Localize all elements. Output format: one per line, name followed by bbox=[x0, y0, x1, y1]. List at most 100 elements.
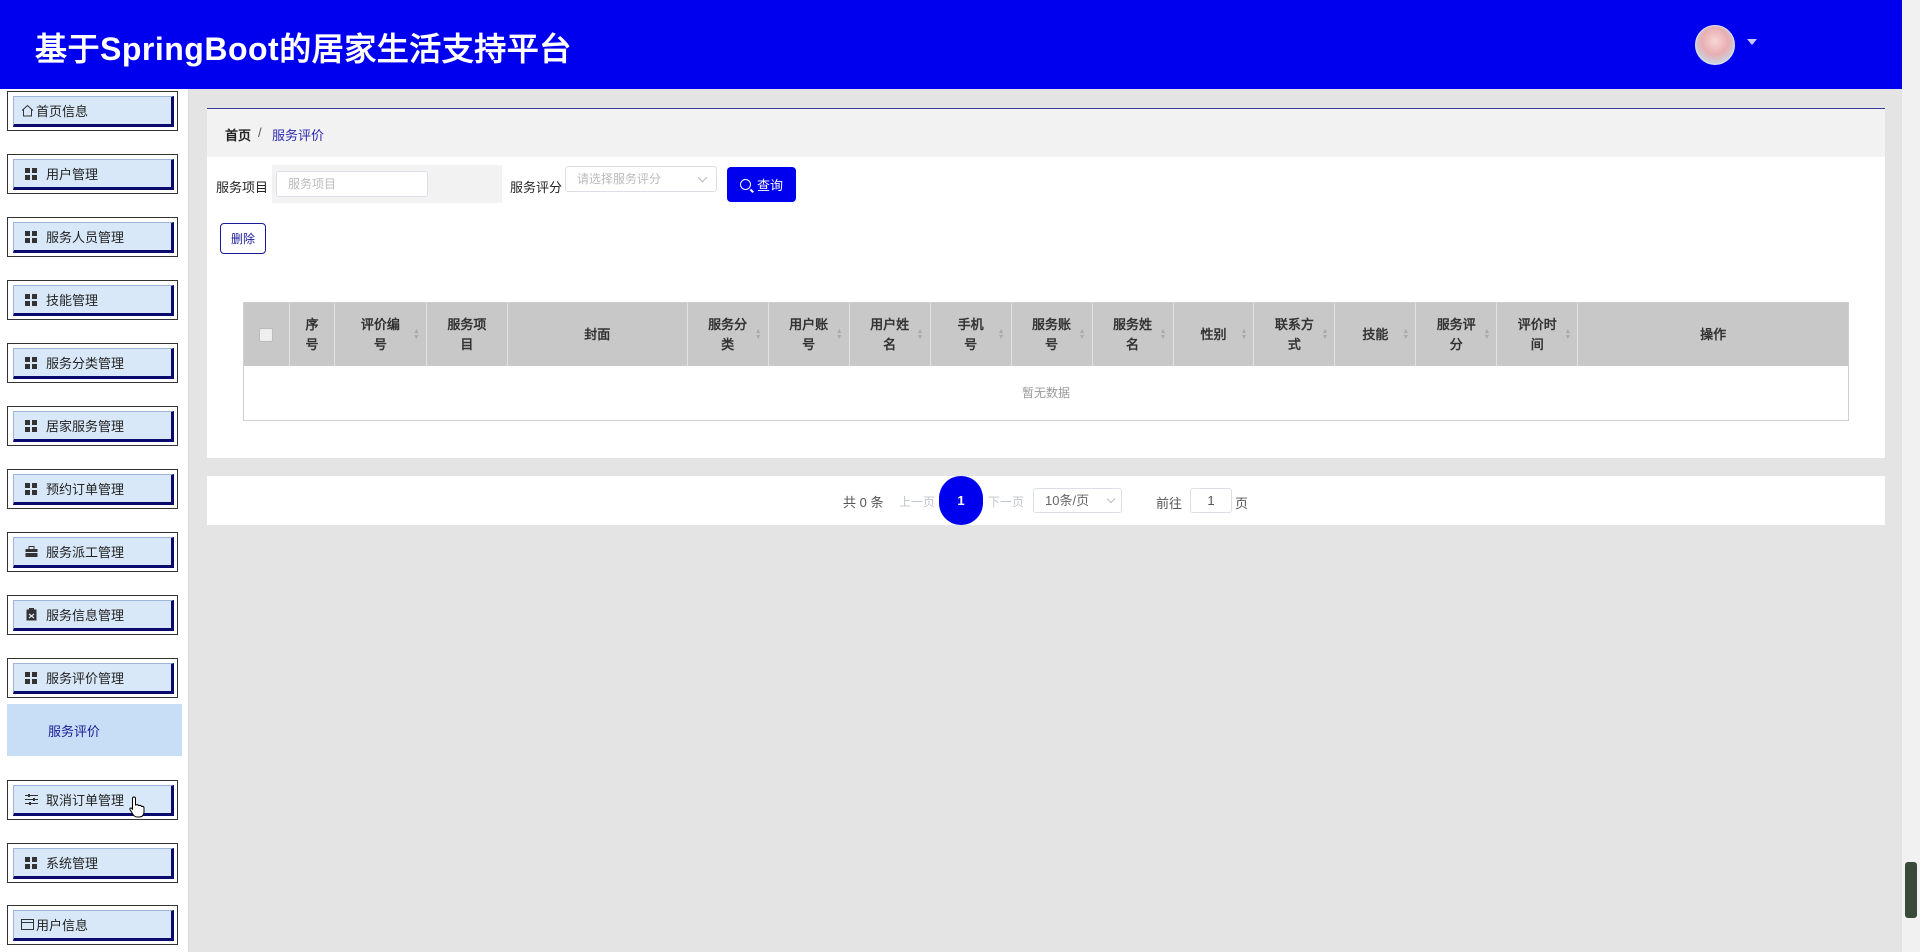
col-service-name[interactable]: 服务姓名 ▲ ▼ bbox=[1093, 303, 1174, 366]
col-phone[interactable]: 手机号 ▲ ▼ bbox=[931, 303, 1012, 366]
sidebar-item-label: 服务人员管理 bbox=[46, 230, 125, 245]
sort-icon[interactable]: ▲ ▼ bbox=[1402, 328, 1409, 341]
sidebar-item-label: 服务信息管理 bbox=[46, 608, 125, 623]
col-service-account[interactable]: 服务账号 ▲ ▼ bbox=[1012, 303, 1093, 366]
chevron-down-icon bbox=[1106, 494, 1116, 504]
sidebar-item-label: 服务派工管理 bbox=[46, 545, 125, 560]
col-label: 用户账号 bbox=[789, 316, 829, 352]
col-user-name[interactable]: 用户姓名 ▲ ▼ bbox=[850, 303, 931, 366]
col-gender[interactable]: 性别 ▲ ▼ bbox=[1174, 303, 1255, 366]
sort-icon[interactable]: ▲ ▼ bbox=[1321, 328, 1328, 341]
sidebar-item-staff[interactable]: 服务人员管理 bbox=[7, 217, 178, 257]
sort-icon[interactable]: ▲ ▼ bbox=[1483, 328, 1490, 341]
sidebar-item-label: 取消订单管理 bbox=[46, 793, 125, 808]
grid-icon bbox=[24, 293, 38, 307]
breadcrumb-current: 服务评价 bbox=[272, 128, 325, 143]
query-button[interactable]: 查询 bbox=[727, 167, 796, 202]
col-actions: 操作 bbox=[1578, 303, 1848, 366]
sort-icon[interactable]: ▲ ▼ bbox=[998, 328, 1005, 341]
sidebar: 首页信息 用户管理 服务人员管理 技能管理 服务分类管理 居家服务管理 预约订单… bbox=[0, 89, 189, 952]
scrollbar-thumb[interactable] bbox=[1905, 862, 1917, 918]
col-skill[interactable]: 技能 ▲ ▼ bbox=[1335, 303, 1417, 366]
sidebar-item-user-info[interactable]: 用户信息 bbox=[7, 905, 178, 945]
sidebar-subitem-reviews[interactable]: 服务评价 bbox=[7, 704, 182, 756]
sidebar-item-dispatch[interactable]: 服务派工管理 bbox=[7, 532, 178, 572]
grid-icon bbox=[24, 856, 38, 870]
breadcrumb: 首页 / 服务评价 bbox=[207, 109, 1885, 157]
col-contact[interactable]: 联系方式 ▲ ▼ bbox=[1254, 303, 1336, 366]
sliders-icon bbox=[24, 793, 38, 807]
col-label: 服务账号 bbox=[1032, 316, 1072, 352]
col-label: 用户姓名 bbox=[870, 316, 910, 352]
page-number-button[interactable]: 1 bbox=[939, 476, 983, 525]
pagination: 共 0 条 上一页 1 下一页 10条/页 前往 1 页 bbox=[207, 476, 1885, 525]
table-header: 序号 评价编号 ▲ ▼ 服务项目 封面 服务分类 ▲ ▼ 用户账号 ▲ ▼ 用户姓名 ▲ ▼ 手… bbox=[244, 303, 1848, 366]
search-icon bbox=[739, 179, 751, 190]
prev-page-button[interactable]: 上一页 bbox=[899, 493, 935, 510]
page-size-value: 10条/页 bbox=[1045, 493, 1090, 508]
col-user-account[interactable]: 用户账号 ▲ ▼ bbox=[769, 303, 850, 366]
sidebar-item-reviews[interactable]: 服务评价管理 bbox=[7, 658, 178, 698]
col-label: 技能 bbox=[1362, 326, 1389, 342]
grid-icon bbox=[24, 482, 38, 496]
vertical-scrollbar[interactable] bbox=[1902, 0, 1920, 952]
service-item-input[interactable]: 服务项目 bbox=[276, 171, 428, 197]
sidebar-item-home-services[interactable]: 居家服务管理 bbox=[7, 406, 178, 446]
col-label: 联系方式 bbox=[1274, 316, 1314, 352]
grid-icon bbox=[24, 167, 38, 181]
user-avatar[interactable] bbox=[1695, 25, 1735, 65]
sort-icon[interactable]: ▲ ▼ bbox=[1079, 328, 1086, 341]
col-rating[interactable]: 服务评分 ▲ ▼ bbox=[1416, 303, 1498, 366]
col-index[interactable]: 序号 bbox=[290, 303, 335, 366]
select-all-cell bbox=[244, 303, 290, 366]
rating-placeholder: 请选择服务评分 bbox=[577, 172, 662, 186]
sort-icon[interactable]: ▲ ▼ bbox=[413, 328, 420, 341]
sidebar-item-categories[interactable]: 服务分类管理 bbox=[7, 343, 178, 383]
next-page-button[interactable]: 下一页 bbox=[988, 493, 1024, 510]
sidebar-item-label: 技能管理 bbox=[46, 293, 99, 308]
sidebar-item-users[interactable]: 用户管理 bbox=[7, 154, 178, 194]
sort-icon[interactable]: ▲ ▼ bbox=[1160, 328, 1167, 341]
query-button-label: 查询 bbox=[756, 178, 783, 193]
sort-icon[interactable]: ▲ ▼ bbox=[917, 328, 924, 341]
delete-button[interactable]: 删除 bbox=[220, 223, 266, 254]
col-service-category[interactable]: 服务分类 ▲ ▼ bbox=[688, 303, 769, 366]
col-service-item[interactable]: 服务项目 bbox=[427, 303, 508, 366]
sidebar-item-label: 服务评价管理 bbox=[46, 671, 125, 686]
goto-page-input[interactable]: 1 bbox=[1190, 488, 1232, 513]
goto-label: 前往 bbox=[1156, 496, 1183, 511]
grid-icon bbox=[24, 356, 38, 370]
sidebar-item-cancel-orders[interactable]: 取消订单管理 bbox=[7, 780, 178, 820]
sort-icon[interactable]: ▲ ▼ bbox=[1240, 328, 1247, 341]
col-review-time[interactable]: 评价时间 ▲ ▼ bbox=[1497, 303, 1579, 366]
sort-icon[interactable]: ▲ ▼ bbox=[755, 328, 762, 341]
select-all-checkbox[interactable] bbox=[259, 327, 274, 342]
sidebar-item-label: 首页信息 bbox=[36, 104, 89, 119]
page-unit-label: 页 bbox=[1235, 496, 1249, 511]
breadcrumb-home[interactable]: 首页 bbox=[225, 125, 251, 144]
col-label: 序号 bbox=[305, 316, 319, 352]
sidebar-item-skills[interactable]: 技能管理 bbox=[7, 280, 178, 320]
grid-icon bbox=[24, 671, 38, 685]
col-cover[interactable]: 封面 bbox=[508, 303, 688, 366]
sidebar-item-home-info[interactable]: 首页信息 bbox=[7, 91, 178, 131]
sort-icon[interactable]: ▲ ▼ bbox=[836, 328, 843, 341]
col-review-id[interactable]: 评价编号 ▲ ▼ bbox=[335, 303, 427, 366]
grid-icon bbox=[24, 419, 38, 433]
col-label: 服务分类 bbox=[708, 316, 748, 352]
sidebar-item-system[interactable]: 系统管理 bbox=[7, 843, 178, 883]
sort-icon[interactable]: ▲ ▼ bbox=[1564, 328, 1571, 341]
grid-icon bbox=[24, 230, 38, 244]
sidebar-item-label: 用户管理 bbox=[46, 167, 99, 182]
col-label: 性别 bbox=[1200, 326, 1227, 342]
page-size-select[interactable]: 10条/页 bbox=[1033, 488, 1122, 513]
sidebar-item-bookings[interactable]: 预约订单管理 bbox=[7, 469, 178, 509]
reviews-table: 序号 评价编号 ▲ ▼ 服务项目 封面 服务分类 ▲ ▼ 用户账号 ▲ ▼ 用户姓名 ▲ ▼ 手… bbox=[243, 302, 1849, 421]
sidebar-item-label: 系统管理 bbox=[46, 856, 99, 871]
service-rating-select[interactable]: 请选择服务评分 bbox=[565, 166, 717, 192]
sidebar-item-service-info[interactable]: 服务信息管理 bbox=[7, 595, 178, 635]
card-icon bbox=[20, 918, 34, 932]
chevron-down-icon bbox=[697, 172, 708, 183]
filter-rating-label: 服务评分 bbox=[510, 180, 563, 195]
caret-down-icon[interactable] bbox=[1747, 39, 1757, 45]
